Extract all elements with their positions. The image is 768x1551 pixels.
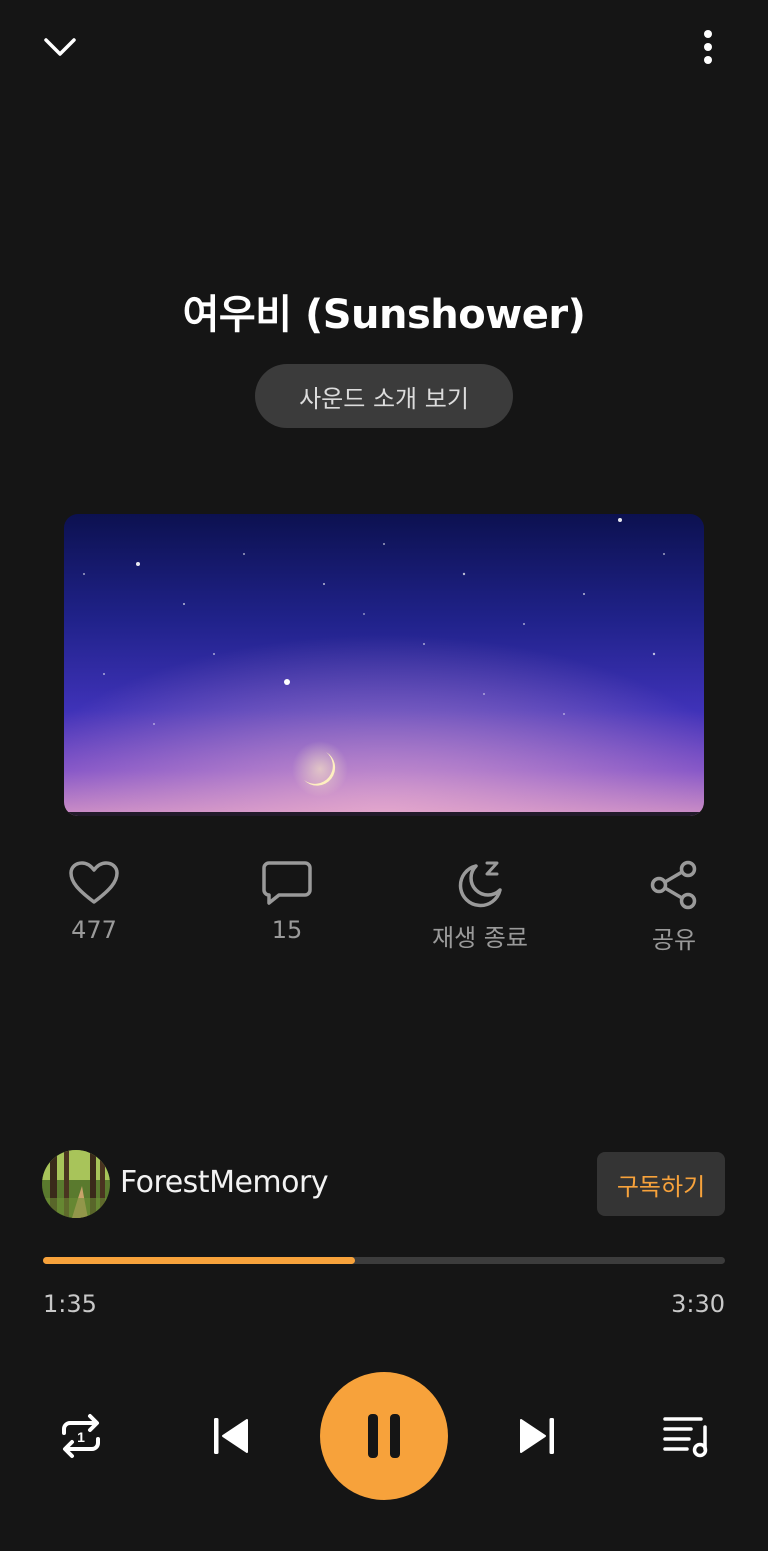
elapsed-time: 1:35 (43, 1290, 97, 1318)
pause-icon (368, 1414, 400, 1458)
cover-image (64, 514, 704, 816)
share-icon (650, 860, 697, 910)
creator-name[interactable]: ForestMemory (120, 1165, 329, 1200)
comment-icon (262, 861, 312, 905)
like-button[interactable]: 477 (19, 860, 169, 944)
sleep-timer-button[interactable]: 재생 종료 (405, 860, 555, 953)
more-options-button[interactable] (688, 22, 728, 72)
like-count: 477 (71, 916, 117, 944)
repeat-button[interactable]: 1 (50, 1405, 112, 1467)
progress-fill (43, 1257, 355, 1264)
sleep-timer-label: 재생 종료 (432, 924, 528, 952)
previous-button[interactable] (200, 1405, 262, 1467)
comment-count: 15 (271, 916, 303, 944)
playlist-button[interactable] (655, 1405, 717, 1467)
share-button[interactable]: 공유 (599, 860, 749, 955)
comment-button[interactable]: 15 (212, 860, 362, 944)
share-label: 공유 (651, 926, 697, 954)
creator-avatar[interactable] (42, 1150, 110, 1218)
moon-sleep-icon (458, 861, 502, 908)
repeat-one-icon: 1 (62, 1414, 100, 1458)
heart-icon (69, 861, 119, 904)
more-vertical-icon (704, 30, 712, 64)
skip-previous-icon (214, 1418, 248, 1454)
total-time: 3:30 (671, 1290, 725, 1318)
svg-text:1: 1 (77, 1429, 85, 1445)
skip-next-icon (520, 1418, 554, 1454)
playlist-music-icon (663, 1417, 708, 1458)
subscribe-button[interactable]: 구독하기 (597, 1152, 725, 1216)
chevron-down-icon (44, 38, 76, 56)
sound-intro-button[interactable]: 사운드 소개 보기 (255, 364, 513, 428)
collapse-button[interactable] (30, 22, 90, 72)
next-button[interactable] (506, 1405, 568, 1467)
play-pause-button[interactable] (320, 1372, 448, 1500)
progress-bar[interactable] (43, 1257, 725, 1264)
track-title: 여우비 (Sunshower) (182, 292, 586, 338)
